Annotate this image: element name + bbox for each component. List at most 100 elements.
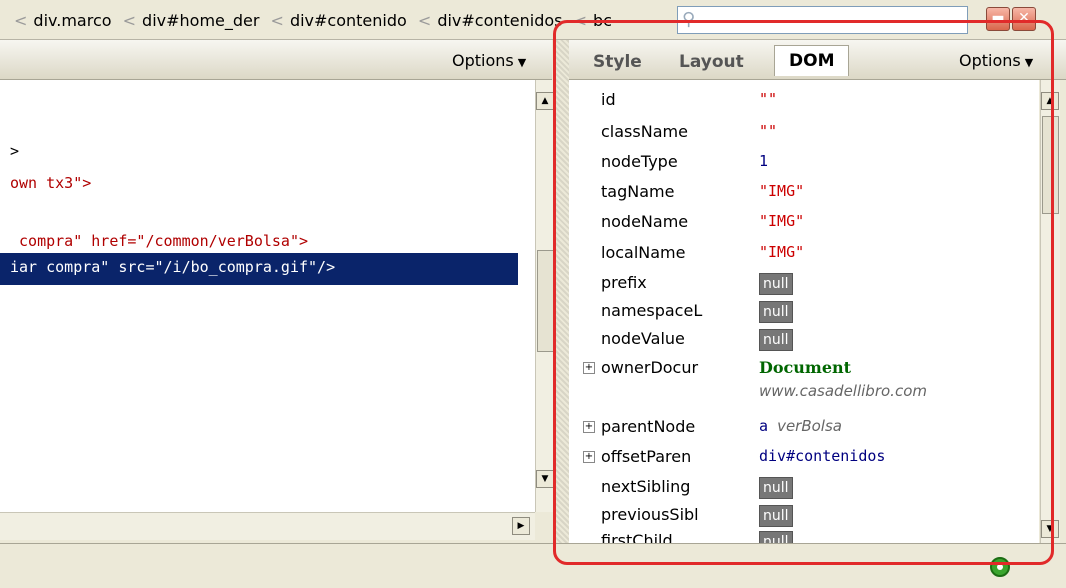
panel-splitter[interactable]	[553, 40, 570, 543]
element-tag: a	[759, 417, 769, 435]
null-badge: null	[759, 329, 793, 351]
status-ok-icon[interactable]	[990, 557, 1010, 577]
list-item[interactable]: previousSibl null	[569, 503, 1039, 529]
html-source-pane[interactable]: > own tx3"> compra" href="/common/verBol…	[0, 80, 535, 512]
options-label: Options	[959, 51, 1021, 70]
element-suffix: verBolsa	[777, 417, 842, 435]
crumb-item[interactable]: div#contenido	[290, 11, 407, 30]
left-vertical-scrollbar[interactable]: ▲ ▼	[535, 80, 554, 512]
property-value[interactable]: div#contenidos	[759, 447, 885, 465]
list-item[interactable]: tagName "IMG"	[569, 180, 1039, 206]
expand-icon[interactable]: +	[583, 451, 595, 463]
search-icon: ⚲	[682, 9, 696, 30]
crumb-separator: <	[14, 11, 28, 30]
null-badge: null	[759, 301, 793, 323]
search-input[interactable]: ⚲	[677, 6, 968, 34]
right-vertical-scrollbar[interactable]: ▲ ▼	[1040, 80, 1060, 543]
tab-dom[interactable]: DOM	[774, 45, 850, 76]
property-value[interactable]: a verBolsa	[759, 417, 842, 435]
breadcrumb: < div.marco < div#home_der < div#contenido …	[8, 11, 612, 30]
list-item[interactable]: firstChild null	[569, 529, 1039, 543]
code-line[interactable]: >	[10, 142, 19, 160]
expand-icon[interactable]: +	[583, 421, 595, 433]
property-value: ""	[759, 90, 778, 108]
property-name: nodeName	[601, 212, 689, 231]
property-name: tagName	[601, 182, 675, 201]
property-name: nodeValue	[601, 329, 685, 348]
tab-layout[interactable]: Layout	[669, 48, 754, 76]
scroll-right-icon[interactable]: ▶	[512, 517, 530, 535]
scroll-up-icon[interactable]: ▲	[1041, 92, 1059, 110]
selected-code-line[interactable]: iar compra" src="/i/bo_compra.gif"/>	[0, 253, 518, 285]
crumb-separator: <	[270, 11, 284, 30]
selected-code-text: iar compra" src="/i/bo_compra.gif"/>	[10, 258, 336, 276]
dom-property-list: id "" className "" nodeType 1 tagName "I…	[569, 80, 1039, 543]
status-bar	[0, 543, 1066, 588]
list-item[interactable]: prefix null	[569, 271, 1039, 297]
options-menu-right[interactable]: Options ▼	[959, 51, 1033, 70]
property-name: localName	[601, 243, 686, 262]
property-value: ""	[759, 122, 778, 140]
property-name: nodeType	[601, 152, 678, 171]
crumb-item[interactable]: div.marco	[33, 11, 111, 30]
scroll-down-icon[interactable]: ▼	[536, 470, 554, 488]
code-line[interactable]: compra" href="/common/verBolsa">	[10, 232, 308, 250]
property-value[interactable]: Document	[759, 358, 851, 377]
property-name: firstChild	[601, 531, 673, 543]
null-badge: null	[759, 531, 793, 543]
list-item[interactable]: className ""	[569, 120, 1039, 146]
crumb-item[interactable]: bc	[593, 11, 612, 30]
property-name: offsetParen	[601, 447, 692, 466]
chevron-down-icon: ▼	[517, 56, 527, 69]
side-panel-header: Style Layout DOM Options ▼	[569, 40, 1066, 80]
scroll-thumb[interactable]	[1042, 116, 1059, 214]
close-button[interactable]: ✕	[1012, 7, 1036, 31]
list-item[interactable]: nodeName "IMG"	[569, 210, 1039, 236]
crumb-separator: <	[122, 11, 137, 30]
property-name: id	[601, 90, 616, 109]
list-item[interactable]: nodeType 1	[569, 150, 1039, 176]
tab-style[interactable]: Style	[583, 48, 652, 76]
property-name: namespaceL	[601, 301, 703, 320]
scroll-up-icon[interactable]: ▲	[536, 92, 554, 110]
html-panel-header: Options ▼	[0, 40, 552, 80]
breadcrumb-bar: < div.marco < div#home_der < div#contenido …	[0, 0, 1066, 40]
expand-icon[interactable]: +	[583, 362, 595, 374]
scroll-thumb[interactable]	[537, 250, 554, 352]
crumb-item[interactable]: div#home_der	[142, 11, 259, 30]
property-value: "IMG"	[759, 243, 805, 261]
minimize-button[interactable]: ▬	[986, 7, 1010, 31]
scroll-down-icon[interactable]: ▼	[1041, 520, 1059, 538]
null-badge: null	[759, 505, 793, 527]
list-item[interactable]: + ownerDocur Document www.casadellibro.c…	[569, 356, 1039, 406]
left-horizontal-scrollbar[interactable]: ▶	[0, 512, 535, 540]
property-name: ownerDocur	[601, 358, 699, 377]
null-badge: null	[759, 477, 793, 499]
chevron-down-icon: ▼	[1024, 56, 1034, 69]
list-item[interactable]: nodeValue null	[569, 327, 1039, 353]
list-item[interactable]: + parentNode a verBolsa	[569, 415, 1039, 441]
property-value: "IMG"	[759, 182, 805, 200]
list-item[interactable]: + offsetParen div#contenidos	[569, 445, 1039, 471]
close-icon: ✕	[1018, 10, 1030, 26]
property-subtext: www.casadellibro.com	[759, 382, 927, 400]
options-label: Options	[452, 51, 514, 70]
property-name: parentNode	[601, 417, 696, 436]
minimize-icon: ▬	[991, 10, 1005, 26]
list-item[interactable]: id ""	[569, 88, 1039, 114]
crumb-separator: <	[417, 11, 432, 30]
property-name: nextSibling	[601, 477, 691, 496]
crumb-separator: <	[573, 11, 587, 30]
null-badge: null	[759, 273, 793, 295]
options-menu-left[interactable]: Options ▼	[452, 51, 526, 70]
crumb-item[interactable]: div#contenidos	[437, 11, 562, 30]
property-value: "IMG"	[759, 212, 805, 230]
property-name: prefix	[601, 273, 647, 292]
property-name: previousSibl	[601, 505, 699, 524]
list-item[interactable]: nextSibling null	[569, 475, 1039, 501]
list-item[interactable]: namespaceL null	[569, 299, 1039, 325]
property-value: 1	[759, 152, 769, 170]
code-line[interactable]: own tx3">	[10, 174, 91, 192]
list-item[interactable]: localName "IMG"	[569, 241, 1039, 267]
property-name: className	[601, 122, 688, 141]
